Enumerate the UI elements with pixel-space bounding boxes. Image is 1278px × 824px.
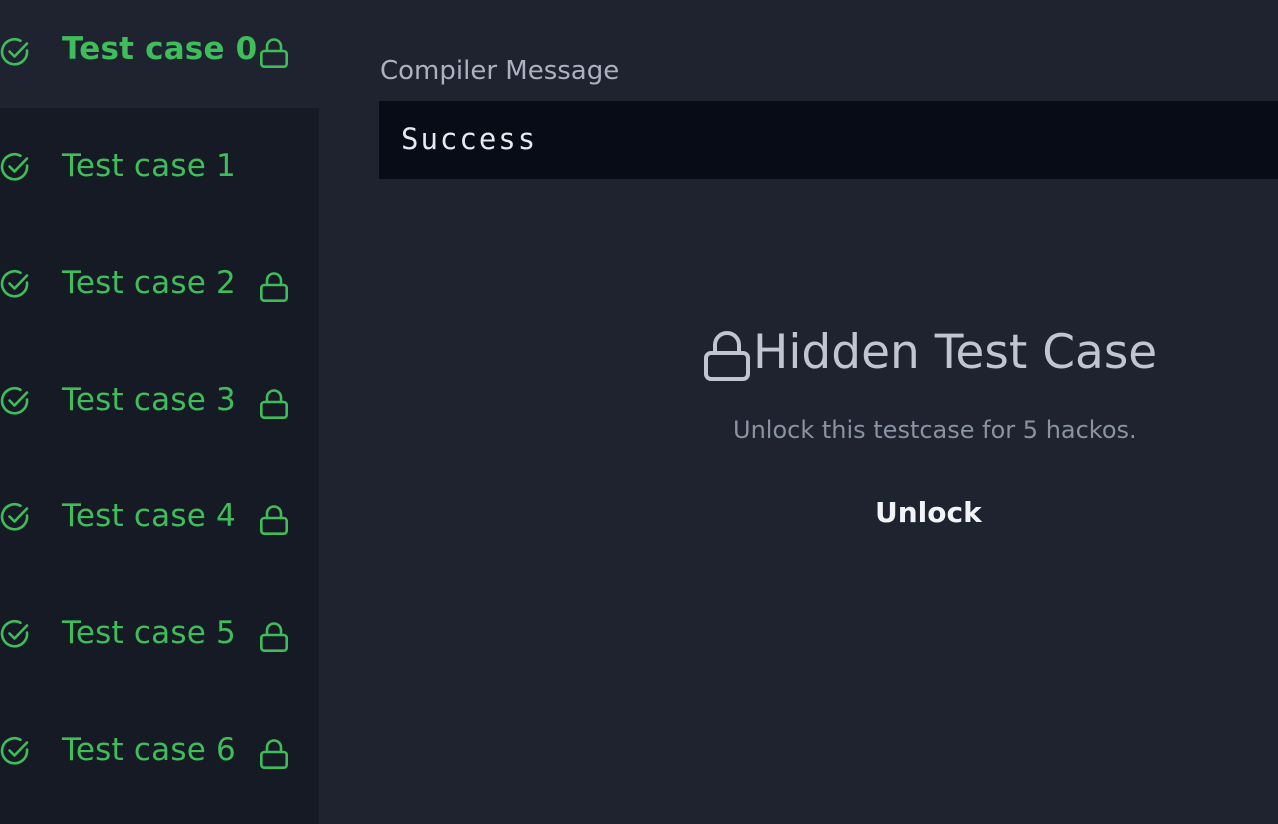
- lock-icon: [259, 505, 288, 535]
- testcase-detail-panel: Compiler Message Success Hidden Test Cas…: [319, 0, 1278, 824]
- lock-icon: [259, 389, 288, 419]
- check-circle-icon: [0, 270, 29, 298]
- lock-icon: [259, 622, 288, 652]
- sidebar-item-label: Test case 2: [62, 265, 236, 301]
- sidebar-item-label: Test case 0: [62, 31, 258, 67]
- lock-icon: [259, 272, 288, 302]
- sidebar-item-label: Test case 3: [62, 382, 236, 418]
- sidebar-item-test-case-4[interactable]: Test case 4: [0, 458, 319, 575]
- compiler-message-box: Success: [379, 101, 1278, 179]
- check-circle-icon: [0, 737, 29, 765]
- app-window: Test case 0 Test case 1 Test case 2 Test…: [0, 0, 1278, 824]
- lock-icon: [259, 739, 288, 769]
- sidebar-item-test-case-0[interactable]: Test case 0: [0, 0, 319, 108]
- sidebar-item-test-case-3[interactable]: Test case 3: [0, 342, 319, 459]
- testcase-sidebar: Test case 0 Test case 1 Test case 2 Test…: [0, 0, 319, 824]
- hidden-testcase-title: Hidden Test Case: [753, 325, 1158, 380]
- sidebar-item-test-case-1[interactable]: Test case 1: [0, 108, 319, 225]
- sidebar-item-test-case-5[interactable]: Test case 5: [0, 575, 319, 692]
- check-circle-icon: [0, 620, 29, 648]
- sidebar-item-test-case-2[interactable]: Test case 2: [0, 225, 319, 342]
- sidebar-item-label: Test case 4: [62, 498, 236, 534]
- compiler-message-label: Compiler Message: [380, 56, 620, 86]
- unlock-button[interactable]: Unlock: [875, 496, 982, 529]
- hidden-testcase-subtitle: Unlock this testcase for 5 hackos.: [733, 416, 1137, 444]
- check-circle-icon: [0, 38, 29, 66]
- compiler-output-text: Success: [401, 122, 538, 156]
- sidebar-item-label: Test case 6: [62, 732, 236, 768]
- sidebar-item-label: Test case 5: [62, 615, 236, 651]
- check-circle-icon: [0, 503, 29, 531]
- check-circle-icon: [0, 387, 29, 415]
- sidebar-item-test-case-6[interactable]: Test case 6: [0, 692, 319, 809]
- sidebar-item-label: Test case 1: [62, 148, 236, 184]
- check-circle-icon: [0, 153, 29, 181]
- lock-icon: [259, 38, 288, 68]
- lock-icon: [704, 331, 750, 381]
